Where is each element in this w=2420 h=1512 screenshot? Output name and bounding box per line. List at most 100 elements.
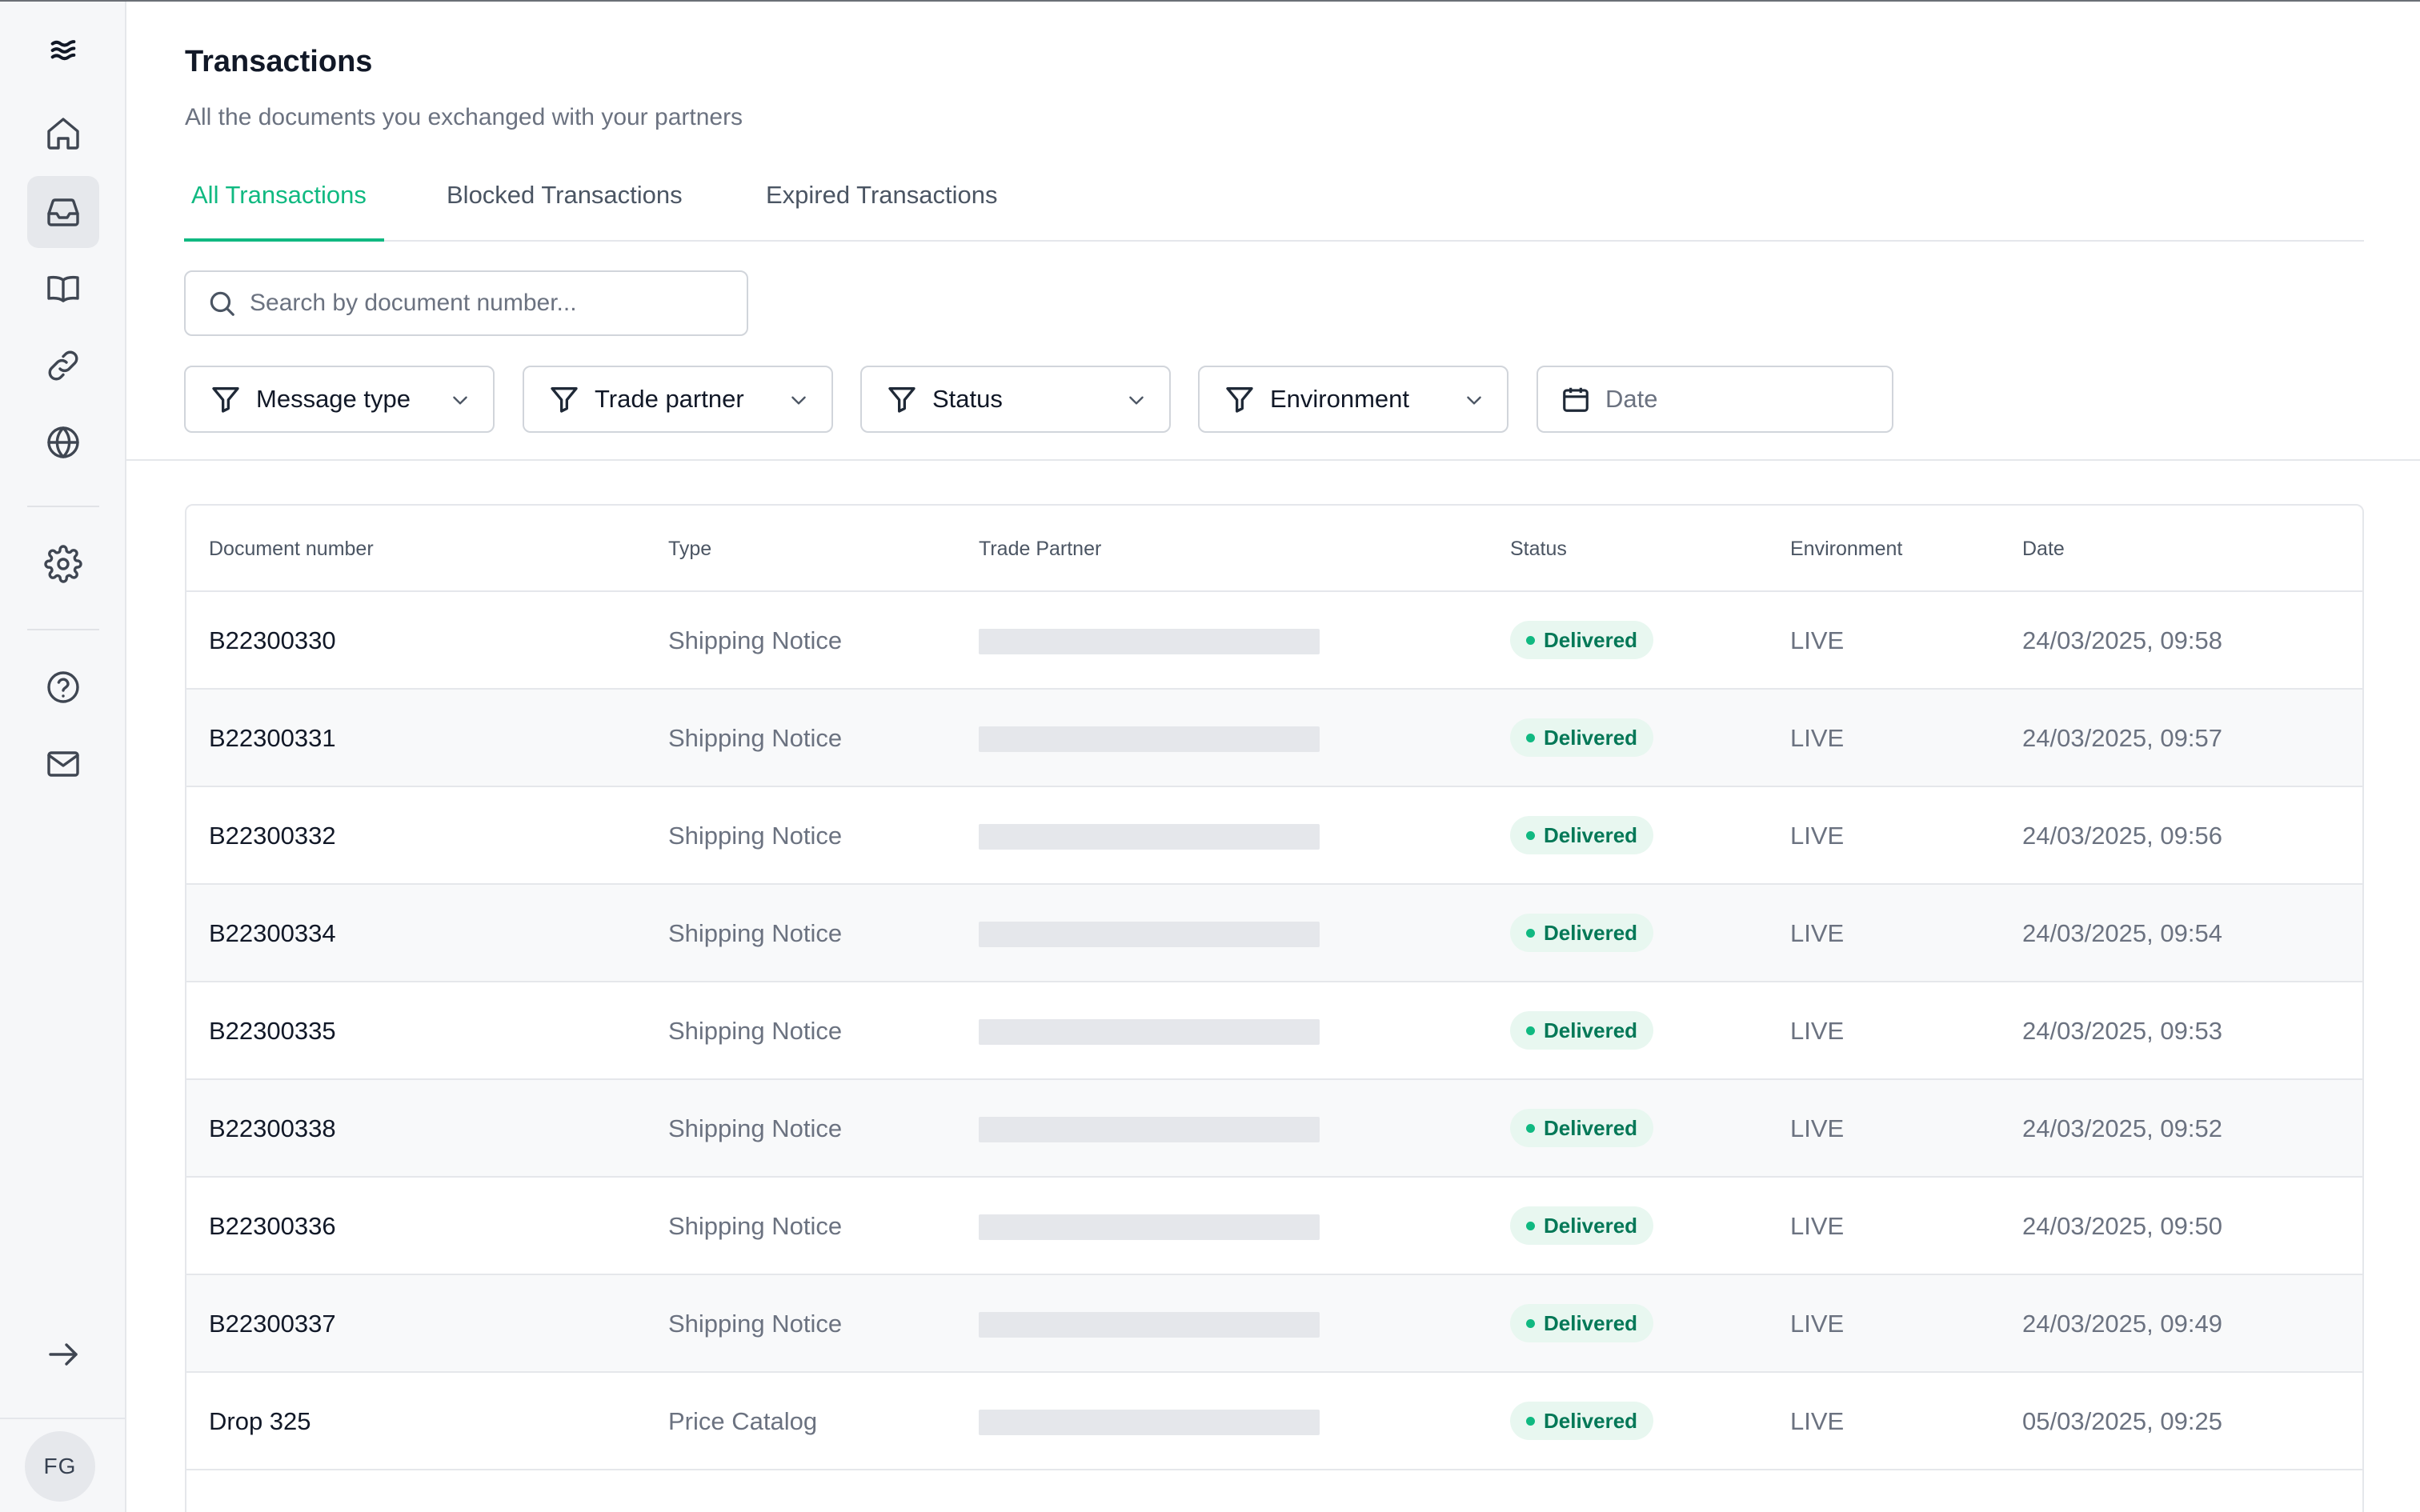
tab-expired-transactions[interactable]: Expired Transactions (766, 181, 997, 242)
book-icon[interactable] (27, 253, 99, 325)
column-header-document-number[interactable]: Document number (209, 538, 374, 561)
environment: LIVE (1790, 626, 1844, 655)
environment: LIVE (1790, 1017, 1844, 1046)
status-dot (1526, 1222, 1535, 1230)
table-row[interactable]: B22300336 Shipping Notice Delivered LIVE… (186, 1178, 2362, 1275)
home-icon[interactable] (27, 98, 99, 170)
calendar-icon (1561, 384, 1591, 414)
filter-trade-partner[interactable]: Trade partner (523, 366, 833, 433)
table-row[interactable]: B22300332 Shipping Notice Delivered LIVE… (186, 787, 2362, 885)
column-header-status[interactable]: Status (1510, 538, 1567, 561)
date: 24/03/2025, 09:52 (2022, 1114, 2222, 1143)
trade-partner-redacted (979, 922, 1320, 947)
filter-icon (210, 383, 242, 415)
trade-partner-redacted (979, 629, 1320, 654)
document-number[interactable]: B22300332 (209, 822, 336, 850)
collapse-arrow-icon[interactable] (27, 1318, 99, 1390)
filter-icon (1224, 383, 1256, 415)
date: 24/03/2025, 09:49 (2022, 1310, 2222, 1338)
document-type: Shipping Notice (668, 1310, 842, 1338)
date: 24/03/2025, 09:56 (2022, 822, 2222, 850)
status-dot (1526, 1417, 1535, 1426)
inbox-icon[interactable] (27, 176, 99, 248)
table-row[interactable]: B22300335 Shipping Notice Delivered LIVE… (186, 982, 2362, 1080)
date: 24/03/2025, 09:54 (2022, 919, 2222, 948)
status-dot (1526, 831, 1535, 840)
document-number[interactable]: B22300335 (209, 1017, 336, 1046)
document-type: Shipping Notice (668, 1017, 842, 1046)
sidebar-divider (27, 629, 99, 630)
column-header-date[interactable]: Date (2022, 538, 2065, 561)
header-divider (126, 459, 2420, 461)
status-badge: Delivered (1510, 1402, 1653, 1440)
date: 05/03/2025, 09:25 (2022, 1407, 2222, 1436)
globe-icon[interactable] (27, 406, 99, 478)
tab-bar: All Transactions Blocked Transactions Ex… (184, 174, 2364, 242)
filter-environment[interactable]: Environment (1198, 366, 1508, 433)
transactions-table: Document number Type Trade Partner Statu… (185, 504, 2364, 1512)
trade-partner-redacted (979, 1312, 1320, 1338)
environment: LIVE (1790, 1114, 1844, 1143)
filter-label: Trade partner (595, 385, 744, 414)
environment: LIVE (1790, 1310, 1844, 1338)
document-number[interactable]: B22300334 (209, 919, 336, 948)
chevron-down-icon (450, 390, 471, 410)
document-number[interactable]: B22300330 (209, 626, 336, 655)
mail-icon[interactable] (27, 728, 99, 800)
table-row[interactable]: B22300330 Shipping Notice Delivered LIVE… (186, 592, 2362, 690)
document-number[interactable]: B22300336 (209, 1212, 336, 1241)
document-number[interactable]: Drop 325 (209, 1407, 311, 1436)
table-row[interactable]: B22300331 Shipping Notice Delivered LIVE… (186, 690, 2362, 787)
sidebar-divider (27, 506, 99, 507)
table-row[interactable]: B22300334 Shipping Notice Delivered LIVE… (186, 885, 2362, 982)
active-tab-indicator (184, 238, 384, 242)
filter-message-type[interactable]: Message type (184, 366, 495, 433)
column-header-environment[interactable]: Environment (1790, 538, 1902, 561)
document-number[interactable]: B22300338 (209, 1114, 336, 1143)
document-number[interactable]: B22300331 (209, 724, 336, 753)
status-dot (1526, 636, 1535, 645)
avatar[interactable]: FG (25, 1431, 95, 1502)
table-row[interactable]: B22300338 Shipping Notice Delivered LIVE… (186, 1080, 2362, 1178)
search-input[interactable] (250, 290, 698, 317)
status-badge: Delivered (1510, 718, 1653, 757)
status-dot (1526, 734, 1535, 742)
date: 24/03/2025, 09:57 (2022, 724, 2222, 753)
table-header: Document number Type Trade Partner Statu… (186, 506, 2362, 592)
filter-label: Status (932, 385, 1003, 414)
filter-label: Date (1605, 385, 1657, 414)
window-top-border (0, 0, 2420, 2)
status-badge: Delivered (1510, 914, 1653, 952)
document-type: Shipping Notice (668, 822, 842, 850)
logo-icon[interactable] (27, 14, 99, 86)
filter-date[interactable]: Date (1537, 366, 1893, 433)
status-badge: Delivered (1510, 1011, 1653, 1050)
column-header-trade-partner[interactable]: Trade Partner (979, 538, 1101, 561)
sidebar: FG (0, 2, 126, 1512)
document-type: Price Catalog (668, 1407, 817, 1436)
status-badge: Delivered (1510, 1109, 1653, 1147)
trade-partner-redacted (979, 1410, 1320, 1435)
status-dot (1526, 1026, 1535, 1035)
chevron-down-icon (788, 390, 809, 410)
filter-icon (886, 383, 918, 415)
settings-icon[interactable] (27, 528, 99, 600)
filter-label: Environment (1270, 385, 1409, 414)
column-header-type[interactable]: Type (668, 538, 711, 561)
date: 24/03/2025, 09:53 (2022, 1017, 2222, 1046)
table-row[interactable]: B22300337 Shipping Notice Delivered LIVE… (186, 1275, 2362, 1373)
status-dot (1526, 1124, 1535, 1133)
filter-label: Message type (256, 385, 411, 414)
link-icon[interactable] (27, 330, 99, 402)
trade-partner-redacted (979, 1117, 1320, 1142)
filter-status[interactable]: Status (860, 366, 1171, 433)
tab-all-transactions[interactable]: All Transactions (191, 181, 367, 242)
status-badge: Delivered (1510, 1304, 1653, 1342)
help-icon[interactable] (27, 651, 99, 723)
tab-blocked-transactions[interactable]: Blocked Transactions (447, 181, 683, 242)
date: 24/03/2025, 09:58 (2022, 626, 2222, 655)
status-badge: Delivered (1510, 621, 1653, 659)
chevron-down-icon (1126, 390, 1147, 410)
document-number[interactable]: B22300337 (209, 1310, 336, 1338)
table-row[interactable]: Drop 325 Price Catalog Delivered LIVE 05… (186, 1373, 2362, 1470)
